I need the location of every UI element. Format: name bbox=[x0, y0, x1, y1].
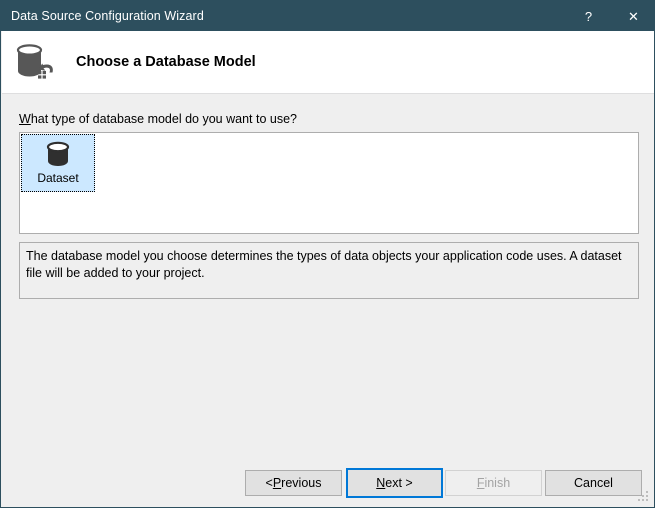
close-icon: ✕ bbox=[628, 8, 639, 24]
dialog-body: What type of database model do you want … bbox=[2, 94, 654, 507]
previous-button-prefix: < bbox=[265, 476, 273, 490]
dialog-header: Choose a Database Model bbox=[2, 31, 654, 93]
database-connection-icon bbox=[12, 40, 66, 84]
prompt-accelerator: W bbox=[19, 112, 31, 126]
title-bar: Data Source Configuration Wizard ? ✕ bbox=[1, 1, 654, 31]
next-button-label: ext > bbox=[385, 476, 413, 490]
prompt-label: What type of database model do you want … bbox=[19, 112, 297, 126]
previous-button-accelerator: P bbox=[272, 476, 282, 490]
finish-button-accelerator: F bbox=[476, 476, 485, 490]
previous-button[interactable]: < Previous bbox=[245, 470, 342, 496]
previous-button-label: revious bbox=[281, 476, 322, 490]
database-cylinder-icon bbox=[46, 141, 70, 166]
finish-button-label: inish bbox=[484, 476, 511, 490]
help-button[interactable]: ? bbox=[566, 1, 611, 31]
list-item-label: Dataset bbox=[37, 171, 79, 185]
description-panel: The database model you choose determines… bbox=[19, 242, 639, 299]
list-item-dataset[interactable]: Dataset bbox=[21, 134, 95, 192]
prompt-text: hat type of database model do you want t… bbox=[30, 112, 297, 126]
finish-button: Finish bbox=[445, 470, 542, 496]
page-title: Choose a Database Model bbox=[76, 54, 256, 70]
description-text: The database model you choose determines… bbox=[26, 249, 622, 280]
cancel-button[interactable]: Cancel bbox=[545, 470, 642, 496]
resize-grip[interactable] bbox=[638, 491, 650, 503]
question-mark-icon: ? bbox=[584, 8, 593, 24]
dialog-window: Data Source Configuration Wizard ? ✕ Cho… bbox=[0, 0, 655, 508]
cancel-button-label: Cancel bbox=[574, 476, 613, 490]
close-button[interactable]: ✕ bbox=[611, 1, 654, 31]
window-title: Data Source Configuration Wizard bbox=[11, 9, 204, 23]
next-button[interactable]: Next > bbox=[346, 468, 443, 498]
database-model-list[interactable]: Dataset bbox=[19, 132, 639, 234]
next-button-accelerator: N bbox=[376, 476, 386, 490]
